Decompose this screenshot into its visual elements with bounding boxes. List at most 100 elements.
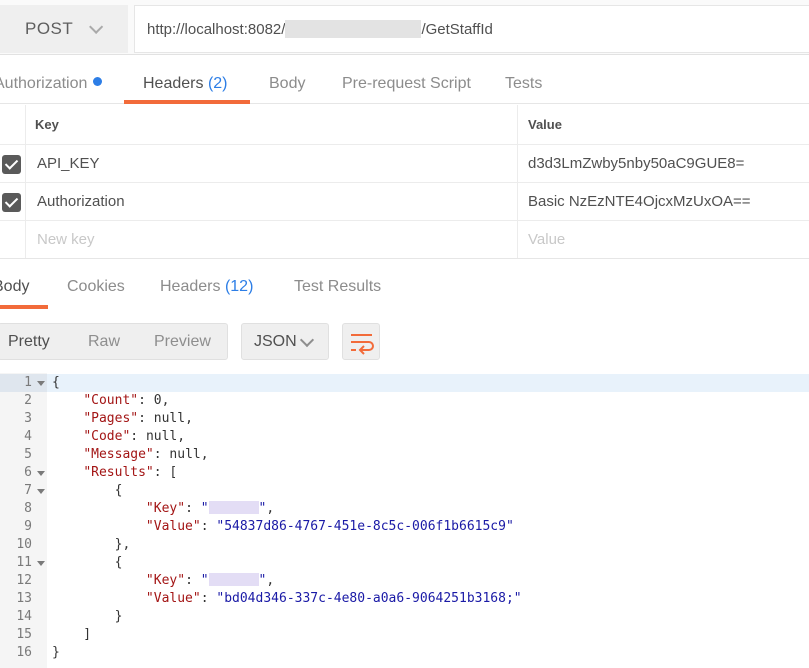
request-tabs: Authorization Headers (2) Body Pre-reque… <box>0 56 809 104</box>
line-number: 16 <box>16 645 32 660</box>
new-key-input[interactable]: New key <box>37 221 95 259</box>
tab-test-results[interactable]: Test Results <box>294 259 381 307</box>
line-number: 13 <box>16 591 32 606</box>
code-line: 3 "Pages": null, <box>0 410 809 428</box>
headers-table-header: Key Value <box>0 105 809 145</box>
chevron-down-icon <box>89 19 104 34</box>
tab-tests-label: Tests <box>505 75 543 92</box>
header-value[interactable]: Basic NzEzNTE4OjcxMzUxOA== <box>517 183 809 220</box>
tab-headers[interactable]: Headers (2) <box>143 56 228 104</box>
chevron-down-icon <box>299 332 315 348</box>
new-value-input[interactable]: Value <box>517 221 809 259</box>
format-label: JSON <box>254 333 297 350</box>
fold-arrow-icon[interactable] <box>37 561 45 566</box>
header-value[interactable]: d3d3LmZwby5nby50aC9GUE8= <box>517 145 809 182</box>
fold-arrow-icon[interactable] <box>37 471 45 476</box>
json-key: "Message" <box>83 447 154 462</box>
response-tabs: Body Cookies Headers (12) Test Results <box>0 258 809 309</box>
code-line: 11 { <box>0 554 809 572</box>
json-value: null <box>145 429 178 444</box>
method-select[interactable]: POST <box>0 5 128 53</box>
url-suffix: /GetStaffId <box>421 20 493 38</box>
view-raw-button[interactable]: Raw <box>88 324 120 360</box>
wrap-lines-button[interactable] <box>342 323 380 360</box>
code-line: 10 }, <box>0 536 809 554</box>
tab-response-headers[interactable]: Headers (12) <box>160 259 253 307</box>
tab-test-results-label: Test Results <box>294 278 382 295</box>
json-key: "Pages" <box>83 411 139 426</box>
tab-authorization[interactable]: Authorization <box>0 56 103 104</box>
redacted-value <box>208 501 259 514</box>
active-tab-indicator <box>0 305 48 309</box>
line-number: 2 <box>24 393 32 408</box>
url-redacted-segment <box>285 20 422 38</box>
line-number: 4 <box>24 429 32 444</box>
line-number: 3 <box>24 411 32 426</box>
active-tab-indicator <box>124 100 250 104</box>
tab-cookies-label: Cookies <box>67 278 125 295</box>
json-value: 0 <box>153 393 162 408</box>
json-key: "Value" <box>145 519 201 534</box>
tab-response-body-label: Body <box>0 278 30 295</box>
line-number: 15 <box>16 627 32 642</box>
json-key: "Count" <box>83 393 139 408</box>
code-line: 5 "Message": null, <box>0 446 809 464</box>
tab-authorization-label: Authorization <box>0 75 88 92</box>
code-line: 8 "Key": " ", <box>0 500 809 518</box>
code-line: 6 "Results": [ <box>0 464 809 482</box>
json-key: "Key" <box>145 501 186 516</box>
tab-body[interactable]: Body <box>269 56 305 104</box>
response-body-editor[interactable]: 1 { 2 "Count": 0, 3 "Pages": null, 4 "Co… <box>0 373 809 668</box>
header-key[interactable]: Authorization <box>37 183 125 221</box>
json-value: "bd04d346-337c-4e80-a0a6-9064251b3168;" <box>216 591 522 606</box>
code-line: 15 ] <box>0 626 809 644</box>
code-line: 7 { <box>0 482 809 500</box>
fold-arrow-icon[interactable] <box>37 489 45 494</box>
view-mode-group: Pretty Raw Preview <box>0 323 228 360</box>
line-number: 10 <box>16 537 32 552</box>
fold-arrow-icon[interactable] <box>37 381 45 386</box>
tab-response-body[interactable]: Body <box>0 259 29 307</box>
tab-cookies[interactable]: Cookies <box>67 259 125 307</box>
tab-pre-request-script[interactable]: Pre-request Script <box>342 56 471 104</box>
code-line: 13 "Value": "bd04d346-337c-4e80-a0a6-906… <box>0 590 809 608</box>
redacted-value <box>208 573 259 586</box>
tab-response-headers-label: Headers <box>160 278 221 295</box>
format-select[interactable]: JSON <box>241 323 329 360</box>
line-number: 5 <box>24 447 32 462</box>
view-preview-button[interactable]: Preview <box>154 324 211 360</box>
url-prefix: http://localhost:8082/ <box>147 20 286 38</box>
line-number: 9 <box>24 519 32 534</box>
json-key: "Code" <box>83 429 131 444</box>
tab-headers-count: (2) <box>207 75 228 92</box>
json-key: "Value" <box>145 591 201 606</box>
code-line: 1 { <box>0 374 809 392</box>
json-key: "Results" <box>83 465 154 480</box>
code-line: 14 } <box>0 608 809 626</box>
json-value: null <box>153 411 186 426</box>
code-line: 4 "Code": null, <box>0 428 809 446</box>
key-column-header: Key <box>35 117 59 132</box>
request-bar: POST http://localhost:8082/ /GetStaffId <box>0 0 809 55</box>
table-row: API_KEY d3d3LmZwby5nby50aC9GUE8= <box>0 145 809 183</box>
code-line: 12 "Key": " ", <box>0 572 809 590</box>
line-number: 12 <box>16 573 32 588</box>
url-input[interactable]: http://localhost:8082/ /GetStaffId <box>134 5 809 53</box>
tab-headers-label: Headers <box>143 75 204 92</box>
tab-tests[interactable]: Tests <box>505 56 542 104</box>
new-header-row: New key Value <box>0 221 809 259</box>
header-key[interactable]: API_KEY <box>37 145 100 183</box>
tab-pre-request-label: Pre-request Script <box>342 75 471 92</box>
method-label: POST <box>25 19 74 38</box>
headers-table: Key Value API_KEY d3d3LmZwby5nby50aC9GUE… <box>0 105 809 259</box>
header-enabled-checkbox[interactable] <box>2 155 21 174</box>
json-value: null <box>169 447 201 462</box>
value-column-header: Value <box>517 105 809 144</box>
view-pretty-button[interactable]: Pretty <box>8 324 50 360</box>
header-enabled-checkbox[interactable] <box>2 193 21 212</box>
code-line: 16 } <box>0 644 809 662</box>
wrap-lines-icon <box>351 334 374 355</box>
line-number: 14 <box>16 609 32 624</box>
code-line: 9 "Value": "54837d86-4767-451e-8c5c-006f… <box>0 518 809 536</box>
line-number: 8 <box>24 501 32 516</box>
